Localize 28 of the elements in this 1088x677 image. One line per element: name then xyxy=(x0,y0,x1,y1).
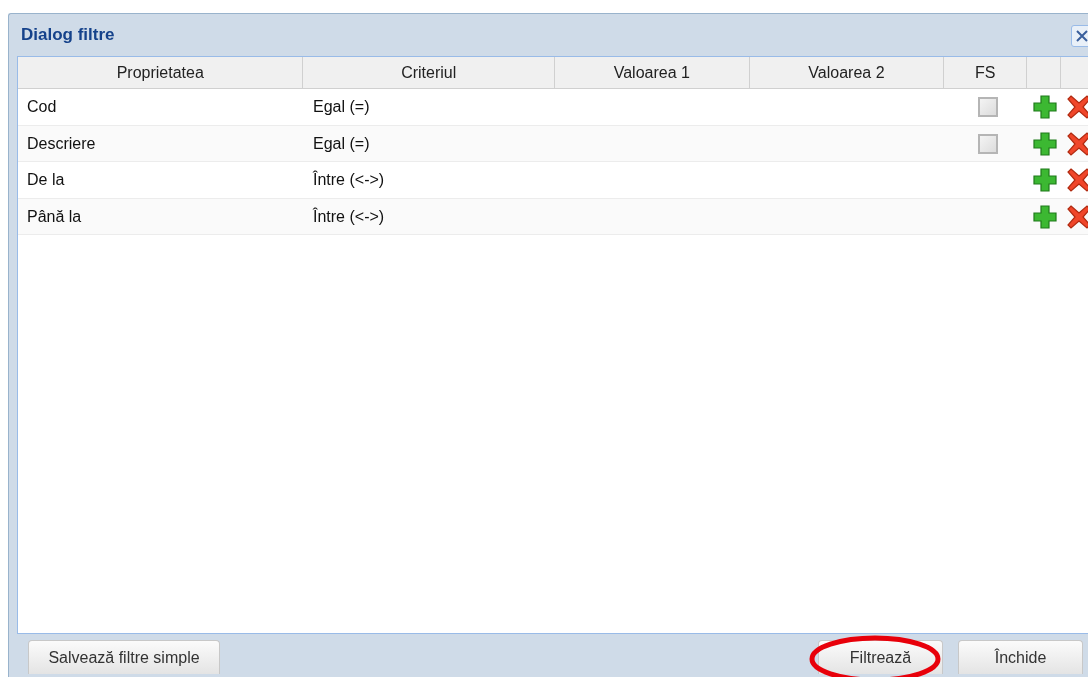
dialog-title: Dialog filtre xyxy=(21,24,115,47)
table-cell-text: Până la xyxy=(27,206,82,227)
column-header[interactable]: Proprietatea xyxy=(116,60,204,85)
add-icon[interactable] xyxy=(1033,204,1057,229)
delete-icon[interactable] xyxy=(1067,95,1088,119)
table-cell-text: Egal (=) xyxy=(313,133,370,154)
add-icon[interactable] xyxy=(1033,168,1057,192)
table-cell-text: Egal (=) xyxy=(313,97,370,117)
close-button[interactable] xyxy=(1071,25,1088,47)
column-header[interactable]: FS xyxy=(974,60,996,85)
dialog-button[interactable]: Salvează filtre simple xyxy=(28,640,220,674)
close-icon xyxy=(1075,29,1088,43)
add-icon[interactable] xyxy=(1033,131,1057,156)
column-header[interactable]: Criteriul xyxy=(401,60,457,85)
delete-icon[interactable] xyxy=(1067,168,1088,192)
delete-icon[interactable] xyxy=(1067,204,1088,229)
checkbox[interactable] xyxy=(977,133,998,154)
table-cell-text: Descriere xyxy=(27,133,96,154)
table-cell-text: Între (<->) xyxy=(313,206,385,227)
table-cell-text: Între (<->) xyxy=(313,169,385,190)
dialog-button[interactable]: Închide xyxy=(958,640,1083,674)
column-header[interactable]: Valoarea 2 xyxy=(808,60,885,85)
checkbox[interactable] xyxy=(977,97,998,117)
table-cell-text: Cod xyxy=(27,97,57,117)
delete-icon[interactable] xyxy=(1067,131,1088,156)
column-header[interactable]: Valoarea 1 xyxy=(613,60,690,85)
add-icon[interactable] xyxy=(1033,95,1057,119)
table-cell-text: De la xyxy=(27,170,65,190)
